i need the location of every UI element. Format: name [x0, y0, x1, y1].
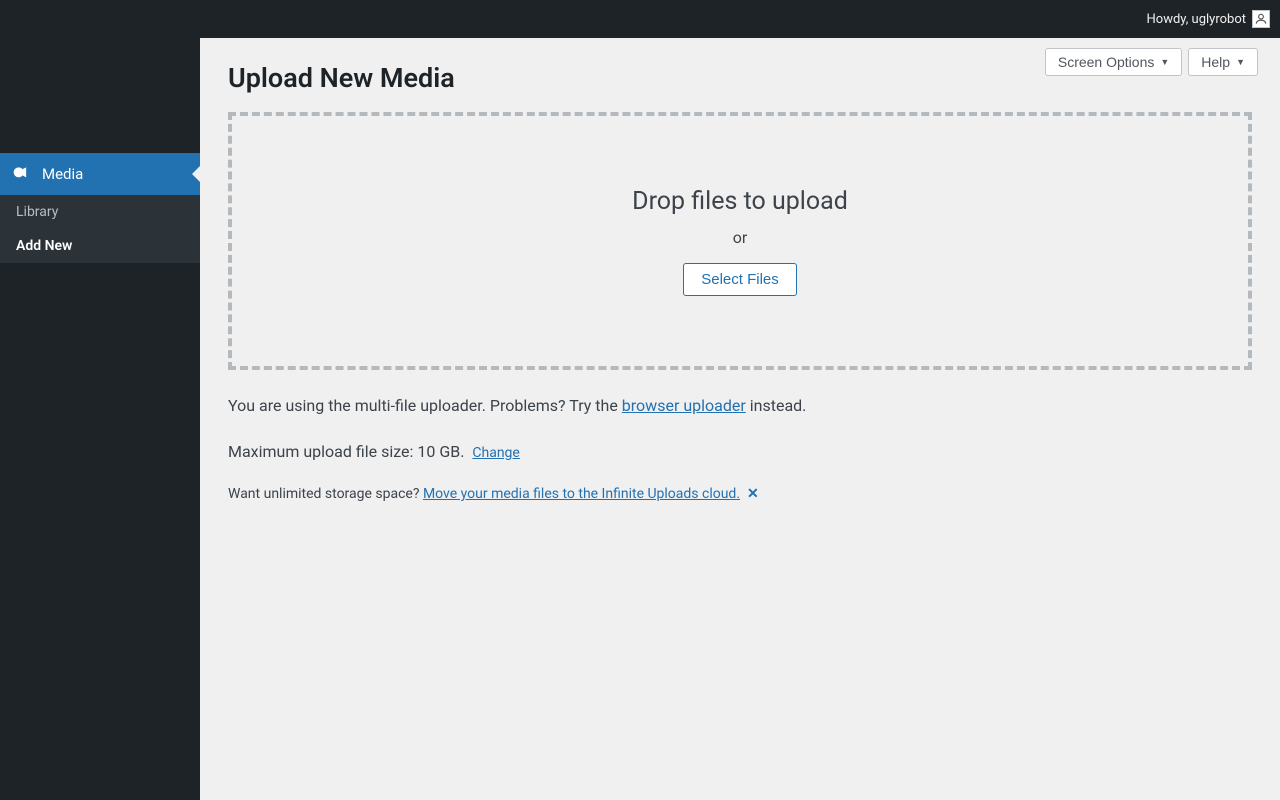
infinite-uploads-link[interactable]: Move your media files to the Infinite Up…: [423, 486, 740, 502]
uploader-info: You are using the multi-file uploader. P…: [228, 394, 1252, 418]
sidebar-item-media[interactable]: Media: [0, 153, 200, 195]
howdy-text: Howdy, uglyrobot: [1147, 12, 1246, 27]
help-button[interactable]: Help ▼: [1188, 48, 1258, 76]
drop-instructions: Drop files to upload: [632, 187, 848, 216]
howdy-user[interactable]: Howdy, uglyrobot: [1147, 10, 1270, 28]
screen-options-button[interactable]: Screen Options ▼: [1045, 48, 1182, 76]
help-label: Help: [1201, 54, 1230, 70]
submenu-library[interactable]: Library: [0, 195, 200, 229]
max-size-value: 10 GB.: [417, 442, 464, 461]
screen-meta-links: Screen Options ▼ Help ▼: [1045, 48, 1258, 76]
select-files-button[interactable]: Select Files: [683, 263, 797, 296]
max-upload-info: Maximum upload file size: 10 GB. Change: [228, 440, 1252, 464]
admin-sidebar: Media Library Add New: [0, 38, 200, 800]
promo-prefix: Want unlimited storage space?: [228, 486, 423, 502]
screen-options-label: Screen Options: [1058, 54, 1155, 70]
avatar: [1252, 10, 1270, 28]
change-link[interactable]: Change: [472, 445, 519, 461]
dismiss-icon[interactable]: ✕: [747, 486, 759, 502]
chevron-down-icon: ▼: [1236, 57, 1245, 67]
media-icon: [12, 164, 32, 184]
media-submenu: Library Add New: [0, 195, 200, 263]
uploader-info-suffix: instead.: [746, 396, 807, 415]
upload-dropzone[interactable]: Drop files to upload or Select Files: [228, 112, 1252, 370]
sidebar-media-label: Media: [42, 165, 83, 183]
main-content: Screen Options ▼ Help ▼ Upload New Media…: [200, 38, 1280, 800]
or-text: or: [733, 228, 748, 247]
uploader-info-prefix: You are using the multi-file uploader. P…: [228, 396, 622, 415]
submenu-add-new[interactable]: Add New: [0, 229, 200, 263]
max-size-prefix: Maximum upload file size:: [228, 442, 417, 461]
promo-line: Want unlimited storage space? Move your …: [228, 486, 1252, 502]
chevron-down-icon: ▼: [1160, 57, 1169, 67]
admin-topbar: Howdy, uglyrobot: [0, 0, 1280, 38]
browser-uploader-link[interactable]: browser uploader: [622, 396, 746, 415]
